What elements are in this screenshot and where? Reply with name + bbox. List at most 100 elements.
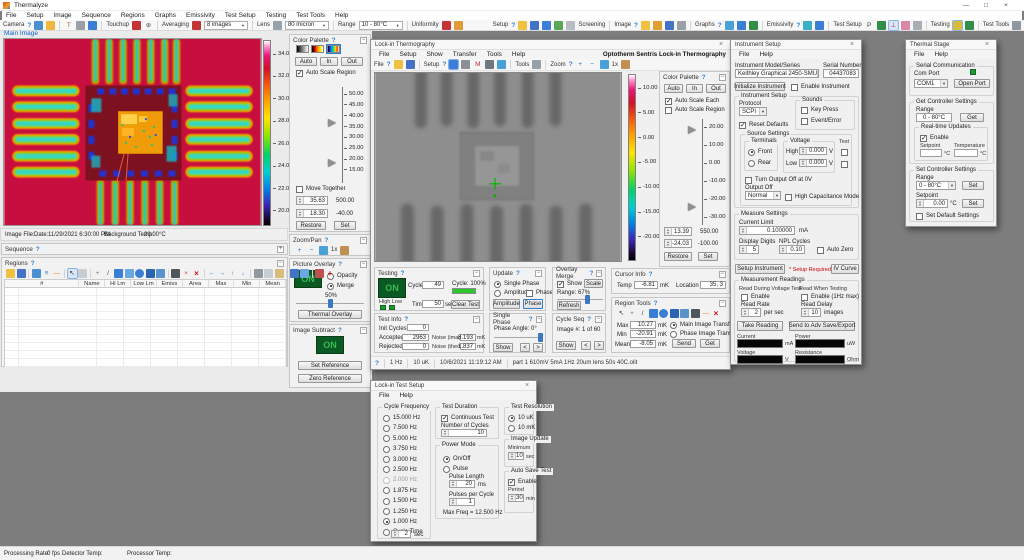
minimize-icon[interactable]: — bbox=[958, 1, 974, 10]
table-row[interactable] bbox=[5, 312, 286, 320]
status-help-icon[interactable]: ? bbox=[375, 360, 379, 367]
instrument-titlebar[interactable]: Instrument Setup× bbox=[731, 40, 861, 50]
open-icon[interactable] bbox=[394, 60, 403, 69]
graphs-help-icon[interactable]: ? bbox=[718, 22, 722, 29]
column-header[interactable]: # bbox=[5, 280, 79, 287]
temp-calibration-icon[interactable]: T bbox=[64, 21, 73, 30]
testing-run-icon[interactable] bbox=[965, 21, 974, 30]
high-capacitance-checkbox[interactable]: High Capacitance Mode bbox=[785, 193, 859, 201]
palette-high-spinner[interactable]: 35.63 bbox=[296, 196, 328, 205]
delete-regions-icon[interactable]: × bbox=[192, 269, 201, 278]
auto-scale-each-checkbox[interactable]: Auto Scale Each bbox=[665, 97, 719, 105]
send-to-adv-button[interactable]: Send to Adv Save/Export bbox=[789, 321, 855, 331]
display-digits-spinner[interactable]: 5 bbox=[739, 245, 759, 254]
get-button[interactable]: Get bbox=[700, 339, 720, 348]
realtime-enable-checkbox[interactable]: Enable bbox=[920, 134, 949, 142]
help-icon[interactable]: ? bbox=[587, 316, 591, 323]
resolution-10uk-radio[interactable]: 10 uK bbox=[508, 414, 534, 422]
iv-curve-button[interactable]: IV Curve bbox=[831, 264, 859, 274]
help-icon[interactable]: ? bbox=[31, 260, 35, 267]
set-defaults-checkbox[interactable]: Set Default Settings bbox=[916, 212, 979, 220]
graph-profile-icon[interactable] bbox=[749, 21, 758, 30]
emissivity-help-icon[interactable]: ? bbox=[796, 22, 800, 29]
menu-item[interactable]: Tools bbox=[483, 50, 506, 59]
emissivity-map-icon[interactable] bbox=[815, 21, 824, 30]
turn-output-off-checkbox[interactable]: Turn Output Off at 0V bbox=[745, 176, 812, 184]
stage-titlebar[interactable]: Thermal Stage× bbox=[906, 40, 996, 50]
npl-cycles-spinner[interactable]: 0.10 bbox=[779, 245, 805, 254]
high-test-checkbox[interactable] bbox=[841, 148, 848, 156]
setpoint-spinner[interactable]: 0.00 bbox=[916, 199, 948, 208]
set-reference-button[interactable]: Set Reference bbox=[298, 361, 362, 370]
frequency-option[interactable]: 2.500 Hz bbox=[383, 466, 420, 474]
thermal-overlay-button[interactable]: Thermal Overlay bbox=[298, 310, 362, 319]
column-header[interactable]: Area bbox=[183, 280, 209, 287]
menu-item[interactable]: Regions bbox=[117, 11, 149, 20]
list-icon[interactable]: ≡ bbox=[42, 269, 51, 278]
pan-hand-icon[interactable] bbox=[621, 60, 630, 69]
setup-copy-icon[interactable] bbox=[566, 21, 575, 30]
front-radio[interactable]: Front bbox=[748, 148, 772, 156]
lens-gear-icon[interactable] bbox=[273, 21, 282, 30]
number-of-cycles-spinner[interactable]: 10 bbox=[441, 429, 487, 437]
hide-icon[interactable]: — bbox=[53, 269, 62, 278]
tools-icon[interactable] bbox=[532, 60, 541, 69]
arrow-right-icon[interactable]: → bbox=[218, 269, 227, 278]
close-icon[interactable]: × bbox=[522, 382, 532, 389]
frequency-option[interactable]: 1.875 Hz bbox=[383, 487, 420, 495]
column-header[interactable]: Max bbox=[209, 280, 235, 287]
phase-button[interactable]: Phase bbox=[523, 299, 543, 309]
rectangle-icon[interactable] bbox=[114, 269, 123, 278]
thermal-stage-icon[interactable]: ⊥ bbox=[889, 21, 898, 30]
power-supply-icon[interactable]: P bbox=[865, 21, 874, 30]
grayscale-palette-icon[interactable] bbox=[296, 45, 309, 53]
collapse-icon[interactable]: − bbox=[719, 271, 726, 278]
freeform-icon[interactable] bbox=[156, 269, 165, 278]
frequency-option[interactable]: 1.500 Hz bbox=[383, 497, 420, 505]
uniformity-record-icon[interactable] bbox=[442, 21, 451, 30]
image-display-icon[interactable] bbox=[677, 21, 686, 30]
close-icon[interactable]: × bbox=[716, 41, 726, 48]
palette-low-spinner[interactable]: 18.30 bbox=[296, 209, 328, 218]
restore-button[interactable]: Restore bbox=[664, 252, 692, 261]
regions-table-body[interactable] bbox=[4, 288, 287, 367]
ellipse-icon[interactable] bbox=[659, 309, 668, 318]
setup-help-icon[interactable]: ? bbox=[442, 61, 446, 68]
close-icon[interactable]: × bbox=[847, 41, 857, 48]
pulses-per-cycle-spinner[interactable]: 1 bbox=[449, 498, 475, 506]
measure-icon[interactable]: M bbox=[473, 60, 482, 69]
menu-item[interactable]: File bbox=[375, 50, 393, 59]
minimum-spinner[interactable]: 10 bbox=[508, 452, 524, 460]
set-setpoint-button[interactable]: Set bbox=[962, 199, 984, 208]
collapse-icon[interactable]: − bbox=[595, 316, 602, 323]
zoom-fit-icon[interactable] bbox=[319, 246, 328, 255]
camera-settings-icon[interactable] bbox=[76, 21, 85, 30]
setup-instrument-button[interactable]: Setup Instrument bbox=[735, 264, 785, 274]
setup-save-icon[interactable] bbox=[530, 21, 539, 30]
frequency-option[interactable]: 3.000 Hz bbox=[383, 456, 420, 464]
setup-help-icon[interactable]: ? bbox=[511, 22, 515, 29]
camera-display-icon[interactable] bbox=[88, 21, 97, 30]
protocol-select[interactable]: SCPI bbox=[739, 107, 767, 116]
image-open-icon[interactable] bbox=[641, 21, 650, 30]
send-front-icon[interactable] bbox=[290, 269, 299, 278]
help-icon[interactable]: ? bbox=[332, 37, 336, 44]
menu-item[interactable]: Emissivity bbox=[182, 11, 219, 20]
add-region-icon[interactable]: + bbox=[326, 269, 335, 278]
pin-icon[interactable] bbox=[171, 269, 180, 278]
next-button[interactable]: > bbox=[594, 341, 604, 350]
graph-bar-icon[interactable] bbox=[737, 21, 746, 30]
menu-item[interactable]: Testing bbox=[262, 11, 291, 20]
scale-button[interactable]: Scale bbox=[584, 279, 603, 288]
table-row[interactable] bbox=[5, 351, 286, 359]
collapse-icon[interactable]: − bbox=[473, 270, 480, 277]
prev-button[interactable]: < bbox=[581, 341, 591, 350]
camera-calibrate-icon[interactable] bbox=[46, 21, 55, 30]
rotated-rectangle-icon[interactable] bbox=[125, 269, 134, 278]
ellipse-icon[interactable] bbox=[135, 269, 144, 278]
line-icon[interactable]: / bbox=[638, 309, 647, 318]
averaging-record-icon[interactable] bbox=[192, 21, 201, 30]
emissivity-table-icon[interactable] bbox=[803, 21, 812, 30]
help-icon[interactable]: ? bbox=[325, 237, 329, 244]
test-config-icon[interactable] bbox=[913, 21, 922, 30]
